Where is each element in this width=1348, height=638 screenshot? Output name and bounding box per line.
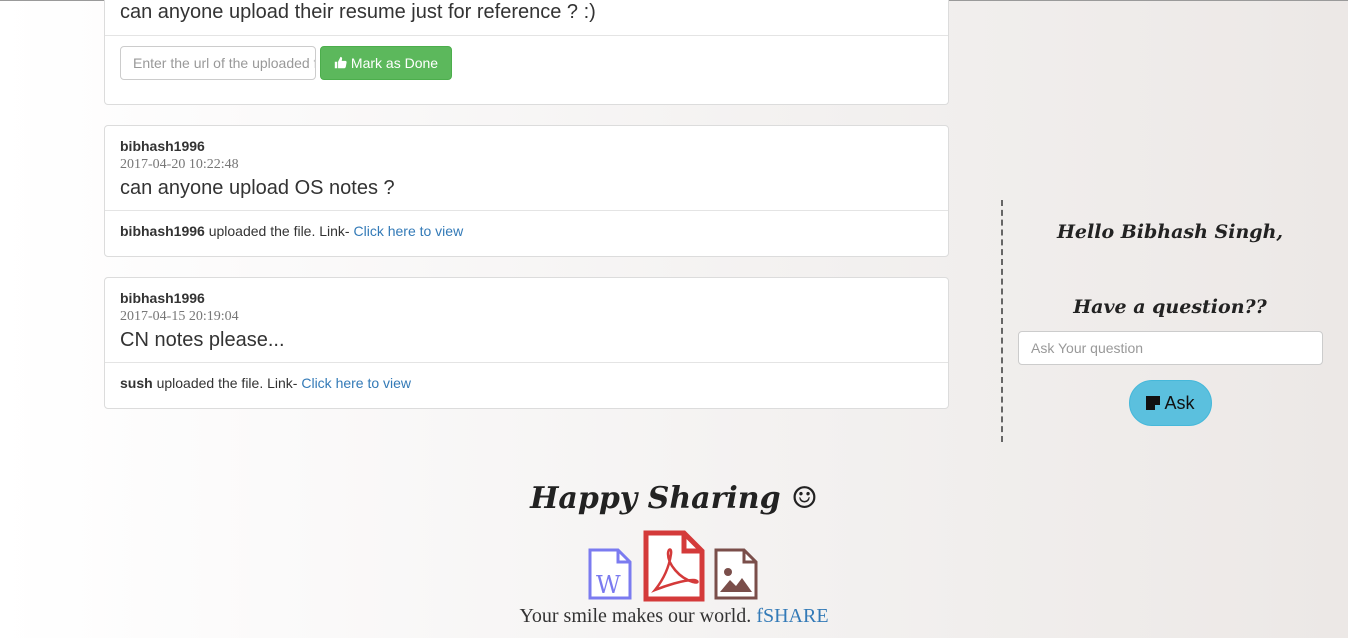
- question-text: can anyone upload their resume just for …: [120, 1, 596, 23]
- file-type-icons: W: [586, 530, 761, 602]
- question-text: CN notes please...: [120, 329, 285, 351]
- ask-question-input[interactable]: Ask Your question: [1018, 331, 1323, 365]
- timestamp: 2017-04-20 10:22:48: [120, 157, 239, 172]
- upload-status: sush uploaded the file. Link- Click here…: [105, 363, 948, 403]
- mark-as-done-label: Mark as Done: [350, 55, 439, 71]
- view-file-link[interactable]: Click here to view: [301, 375, 411, 391]
- timestamp: 2017-04-15 20:19:04: [120, 309, 239, 324]
- uploader-name: bibhash1996: [120, 223, 205, 239]
- greeting: Hello Bibhash Singh,: [1056, 221, 1284, 243]
- thumbs-up-icon: [334, 56, 347, 69]
- ask-button[interactable]: Ask: [1129, 380, 1212, 426]
- uploaded-text: uploaded the file. Link-: [204, 223, 354, 239]
- uploaded-text: uploaded the file. Link-: [152, 375, 302, 391]
- image-file-icon: [714, 548, 758, 600]
- question-card: bibhash1996 2017-04-15 20:19:04 CN notes…: [104, 277, 949, 409]
- uploader-name: sush: [120, 375, 153, 391]
- question-prompt: Have a question??: [1073, 296, 1267, 318]
- happy-sharing-title: Happy Sharing ☺: [530, 481, 818, 516]
- question-card: can anyone upload their resume just for …: [104, 0, 949, 105]
- tagline: Your smile makes our world. fSHARE: [474, 603, 874, 629]
- svg-text:W: W: [596, 571, 621, 599]
- view-file-link[interactable]: Click here to view: [353, 223, 463, 239]
- username: bibhash1996: [120, 138, 205, 154]
- question-card: bibhash1996 2017-04-20 10:22:48 can anyo…: [104, 125, 949, 257]
- sticky-note-icon: [1146, 396, 1161, 410]
- pdf-file-icon: [643, 530, 705, 602]
- sidebar-divider: [1001, 200, 1003, 442]
- username: bibhash1996: [120, 290, 205, 306]
- brand-link[interactable]: fSHARE: [756, 605, 828, 627]
- ask-label: Ask: [1164, 393, 1195, 413]
- upload-status: bibhash1996 uploaded the file. Link- Cli…: [105, 211, 948, 251]
- question-text: can anyone upload OS notes ?: [120, 177, 395, 199]
- divider: [105, 35, 948, 36]
- tagline-text: Your smile makes our world.: [519, 605, 757, 627]
- upload-url-input[interactable]: Enter the url of the uploaded file: [120, 46, 316, 80]
- word-file-icon: W: [588, 548, 632, 600]
- mark-as-done-button[interactable]: Mark as Done: [320, 46, 452, 80]
